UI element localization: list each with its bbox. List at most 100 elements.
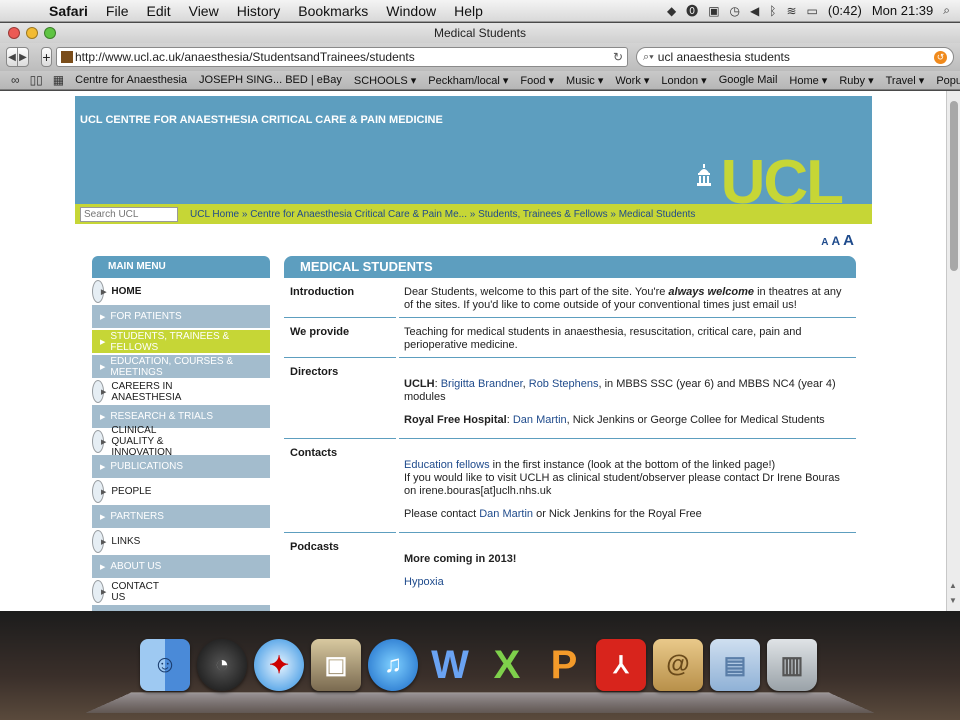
directors-uclh: UCLH: Brigitta Brandner, Rob Stephens, i…: [404, 378, 850, 404]
spotlight-icon[interactable]: ⌕: [943, 3, 950, 18]
text-size-medium-button[interactable]: A: [831, 234, 840, 248]
arrow-icon: ▶: [100, 463, 106, 471]
volume-icon[interactable]: ◀: [750, 4, 759, 18]
menu-item-home[interactable]: ▶ HOME: [92, 280, 141, 303]
display-icon[interactable]: ▣: [708, 4, 719, 18]
minimize-window-button[interactable]: [26, 27, 38, 39]
safari-icon[interactable]: ✦: [254, 639, 304, 691]
menu-view[interactable]: View: [180, 3, 228, 19]
bookmark-travel[interactable]: Travel ▾: [880, 74, 931, 87]
menu-item-students-trainees-fellows[interactable]: ▶ STUDENTS, TRAINEES & FELLOWS: [92, 330, 270, 353]
alert-icon[interactable]: ⓿: [686, 2, 698, 19]
menu-item-about-us[interactable]: ▶ ABOUT US: [92, 555, 270, 578]
dashboard-icon[interactable]: ◔: [197, 639, 247, 691]
bookmark-popular[interactable]: Popular ▾: [930, 74, 960, 87]
row-label: Contacts: [290, 447, 338, 459]
bluetooth-icon[interactable]: ᛒ: [769, 4, 776, 18]
bookmark-work[interactable]: Work ▾: [609, 74, 655, 87]
time-machine-icon[interactable]: ◷: [730, 4, 740, 18]
arrow-icon: ▶: [101, 388, 107, 396]
arrow-icon: ▶: [100, 313, 106, 321]
breadcrumb[interactable]: UCL Home » Centre for Anaesthesia Critic…: [190, 209, 695, 220]
address-url[interactable]: http://www.ucl.ac.uk/anaesthesia/Student…: [75, 50, 613, 64]
finder-icon[interactable]: ☺: [140, 639, 190, 691]
add-bookmark-button[interactable]: +: [41, 47, 52, 67]
menu-item-for-patients[interactable]: ▶ FOR PATIENTS: [92, 305, 270, 328]
zoom-window-button[interactable]: [44, 27, 56, 39]
menu-item-partners[interactable]: ▶ PARTNERS: [92, 505, 270, 528]
row-podcasts: Podcasts More coming in 2013! Hypoxia: [284, 533, 856, 595]
text-size-large-button[interactable]: A: [843, 232, 854, 249]
menubar-clock[interactable]: Mon 21:39: [872, 3, 933, 18]
scroll-thumb[interactable]: [950, 101, 958, 271]
menu-item-links[interactable]: ▶ LINKS: [92, 530, 140, 553]
menu-item-publications[interactable]: ▶ PUBLICATIONS: [92, 455, 270, 478]
link-education-fellows[interactable]: Education fellows: [404, 459, 490, 471]
reading-list-icon[interactable]: ∞: [6, 73, 25, 87]
battery-time[interactable]: (0:42): [828, 3, 862, 18]
link-rob-stephens[interactable]: Rob Stephens: [529, 378, 599, 390]
menu-item-contact-us[interactable]: ▶ CONTACT US: [92, 580, 159, 603]
link-dan-martin[interactable]: Dan Martin: [513, 414, 567, 426]
menu-help[interactable]: Help: [445, 3, 492, 19]
menu-app-safari[interactable]: Safari: [40, 3, 97, 19]
acrobat-icon[interactable]: ⅄: [596, 639, 646, 691]
bookmark-ebay[interactable]: JOSEPH SING... BED | eBay: [193, 74, 348, 86]
search-icon[interactable]: ⌕▾: [643, 51, 654, 64]
photo-booth-icon[interactable]: ▣: [311, 639, 361, 691]
excel-icon[interactable]: X: [482, 639, 532, 691]
top-sites-grid-icon[interactable]: ▦: [48, 73, 69, 87]
itunes-icon[interactable]: ♫: [368, 639, 418, 691]
search-query[interactable]: ucl anaesthesia students: [658, 50, 934, 64]
link-dan-martin-contact[interactable]: Dan Martin: [479, 508, 533, 520]
scroll-down-icon[interactable]: ▼: [949, 596, 957, 605]
menu-item-education[interactable]: ▶ EDUCATION, COURSES & MEETINGS: [92, 355, 270, 378]
word-icon[interactable]: W: [425, 639, 475, 691]
snapback-icon[interactable]: ↺: [934, 50, 947, 64]
ucl-search-input[interactable]: [80, 206, 178, 222]
bookmark-london[interactable]: London ▾: [655, 74, 712, 87]
menu-item-people[interactable]: ▶ PEOPLE: [92, 480, 151, 503]
link-hypoxia[interactable]: Hypoxia: [404, 576, 850, 589]
main-content: MEDICAL STUDENTS Introduction Dear Stude…: [284, 256, 856, 595]
bookmark-food[interactable]: Food ▾: [514, 74, 560, 87]
menu-item-label: EDUCATION, COURSES & MEETINGS: [110, 355, 233, 378]
bookmark-schools[interactable]: SCHOOLS ▾: [348, 74, 422, 87]
documents-folder-icon[interactable]: ▤: [710, 639, 760, 691]
address-book-icon[interactable]: @: [653, 639, 703, 691]
bookmark-peckham[interactable]: Peckham/local ▾: [422, 74, 514, 87]
close-window-button[interactable]: [8, 27, 20, 39]
menu-item-label: STUDENTS, TRAINEES & FELLOWS: [110, 330, 230, 353]
address-bar[interactable]: http://www.ucl.ac.uk/anaesthesia/Student…: [56, 47, 628, 67]
forward-button[interactable]: ▶: [17, 47, 29, 67]
bookmark-home[interactable]: Home ▾: [783, 74, 833, 87]
menu-edit[interactable]: Edit: [137, 3, 179, 19]
bookmark-centre-for-anaesthesia[interactable]: Centre for Anaesthesia: [69, 74, 193, 86]
dropbox-icon[interactable]: ◆: [667, 4, 676, 18]
arrow-icon: ▶: [101, 538, 107, 546]
menu-item-label: CAREERS IN ANAESTHESIA: [111, 380, 182, 403]
menu-item-clinical-quality[interactable]: ▶ CLINICAL QUALITY & INNOVATION: [92, 425, 172, 458]
page-scrollbar[interactable]: ▲ ▼: [946, 91, 960, 611]
bookmarks-book-icon[interactable]: ▯▯: [25, 73, 48, 87]
bookmark-music[interactable]: Music ▾: [560, 74, 609, 87]
menu-window[interactable]: Window: [377, 3, 445, 19]
menu-history[interactable]: History: [228, 3, 290, 19]
text-size-small-button[interactable]: A: [821, 237, 828, 248]
reload-icon[interactable]: ↻: [613, 50, 623, 64]
bookmark-ruby[interactable]: Ruby ▾: [833, 74, 879, 87]
arrow-icon: ▶: [101, 588, 107, 596]
search-field[interactable]: ⌕▾ ucl anaesthesia students ↺: [636, 47, 954, 67]
scroll-up-icon[interactable]: ▲: [949, 581, 957, 590]
link-brigitta-brandner[interactable]: Brigitta Brandner: [441, 378, 523, 390]
trash-icon[interactable]: ▥: [767, 639, 817, 691]
wifi-icon[interactable]: ≋: [786, 4, 796, 18]
menu-item-careers[interactable]: ▶ CAREERS IN ANAESTHESIA: [92, 380, 181, 403]
battery-icon[interactable]: ▭: [807, 4, 818, 18]
menu-bookmarks[interactable]: Bookmarks: [289, 3, 377, 19]
powerpoint-icon[interactable]: P: [539, 639, 589, 691]
menu-file[interactable]: File: [97, 3, 138, 19]
row-value: Dear Students, welcome to this part of t…: [398, 278, 856, 318]
department-title[interactable]: UCL CENTRE FOR ANAESTHESIA CRITICAL CARE…: [80, 114, 443, 126]
bookmark-google-mail[interactable]: Google Mail: [713, 74, 784, 86]
